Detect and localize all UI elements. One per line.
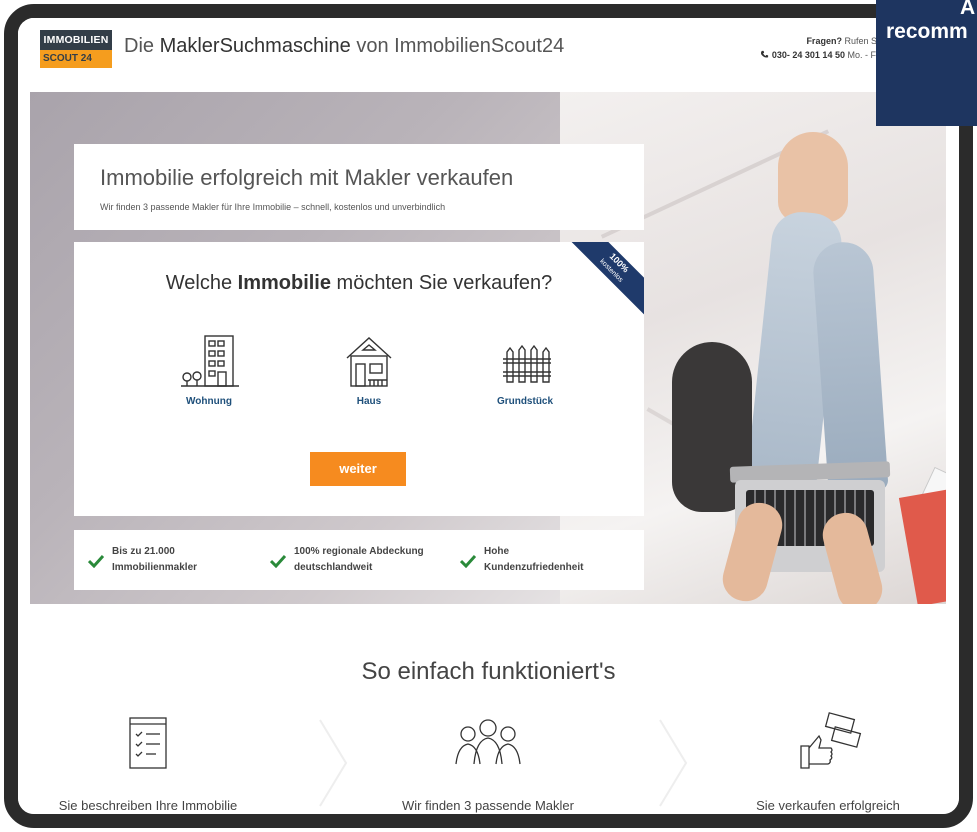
promo-line2: recomm [886, 20, 968, 43]
checkmark-icon [270, 554, 286, 568]
site-header: IMMOBILIEN SCOUT 24 Die MaklerSuchmaschi… [18, 18, 959, 92]
fence-plot-icon [503, 344, 551, 383]
hero-subline: Wir finden 3 passende Makler für Ihre Im… [100, 202, 446, 212]
logo-top-text: IMMOBILIEN [40, 30, 112, 50]
apartment-building-icon [181, 335, 239, 387]
step-sell: Sie verkaufen erfolgreich [698, 712, 958, 813]
option-grundstueck[interactable]: Grundstück [462, 332, 588, 430]
checkmark-icon [88, 554, 104, 568]
step-describe: Sie beschreiben Ihre Immobilie [18, 712, 278, 813]
immobilienscout24-logo[interactable]: IMMOBILIEN SCOUT 24 [40, 30, 112, 68]
checkmark-icon [460, 554, 476, 568]
site-title-bold: MaklerSuchmaschine [159, 35, 351, 57]
site-title-prefix: Die [124, 35, 160, 57]
thumbs-up-money-icon [800, 712, 862, 769]
site-title-suffix: von ImmobilienScout24 [350, 35, 565, 57]
usp-line2: Kundenzufriedenheit [484, 562, 584, 573]
phone-icon [761, 50, 769, 58]
step-label: Sie verkaufen erfolgreich [756, 798, 900, 813]
usp-line1: Hohe [484, 546, 509, 557]
step-find-agents: Wir finden 3 passende Makler [358, 712, 618, 813]
property-selection-box: 100% kostenlos Welche Immobilie möchten … [74, 242, 644, 516]
contact-phone[interactable]: 030- 24 301 14 50 [772, 50, 845, 60]
house-icon [346, 337, 392, 387]
option-label: Grundstück [496, 396, 554, 407]
option-haus[interactable]: Haus [306, 332, 432, 430]
how-it-works-title: So einfach funktioniert's [361, 658, 616, 685]
question-bold: Immobilie [237, 272, 331, 294]
question-post: möchten Sie verkaufen? [331, 272, 553, 294]
usp-line1: 100% regionale Abdeckung [294, 546, 424, 557]
usp-line2: deutschlandweit [294, 562, 373, 573]
people-group-icon [455, 719, 521, 765]
option-label: Wohnung [186, 396, 232, 407]
step-divider [319, 719, 348, 807]
hero-headline: Immobilie erfolgreich mit Makler verkauf… [100, 165, 514, 190]
promo-overlay-badge[interactable]: A recomm [876, 0, 977, 126]
option-label: Haus [356, 396, 382, 407]
question-pre: Welche [165, 272, 238, 294]
browser-viewport: IMMOBILIEN SCOUT 24 Die MaklerSuchmaschi… [18, 18, 959, 814]
site-title: Die MaklerSuchmaschine von ImmobilienSco… [124, 35, 564, 58]
contact-question: Fragen? [806, 36, 842, 46]
checklist-icon [129, 717, 167, 769]
usp-bar: Bis zu 21.000 Immobilienmakler 100% regio… [74, 530, 644, 590]
step-label: Wir finden 3 passende Makler [402, 798, 574, 813]
usp-line1: Bis zu 21.000 [112, 546, 175, 557]
step-divider [659, 719, 688, 807]
option-wohnung[interactable]: Wohnung [146, 332, 272, 430]
property-question: Welche Immobilie möchten Sie verkaufen? [74, 272, 644, 295]
hero-photo-feet [778, 132, 848, 222]
hero-section: Immobilie erfolgreich mit Makler verkauf… [30, 92, 946, 604]
step-label: Sie beschreiben Ihre Immobilie [58, 798, 238, 813]
promo-line1: A [960, 0, 976, 19]
weiter-button[interactable]: weiter [310, 452, 406, 486]
usp-line2: Immobilienmakler [112, 562, 198, 573]
device-frame: IMMOBILIEN SCOUT 24 Die MaklerSuchmaschi… [4, 4, 973, 828]
logo-bottom-text: SCOUT 24 [40, 50, 112, 68]
hero-headline-box: Immobilie erfolgreich mit Makler verkauf… [74, 144, 644, 230]
